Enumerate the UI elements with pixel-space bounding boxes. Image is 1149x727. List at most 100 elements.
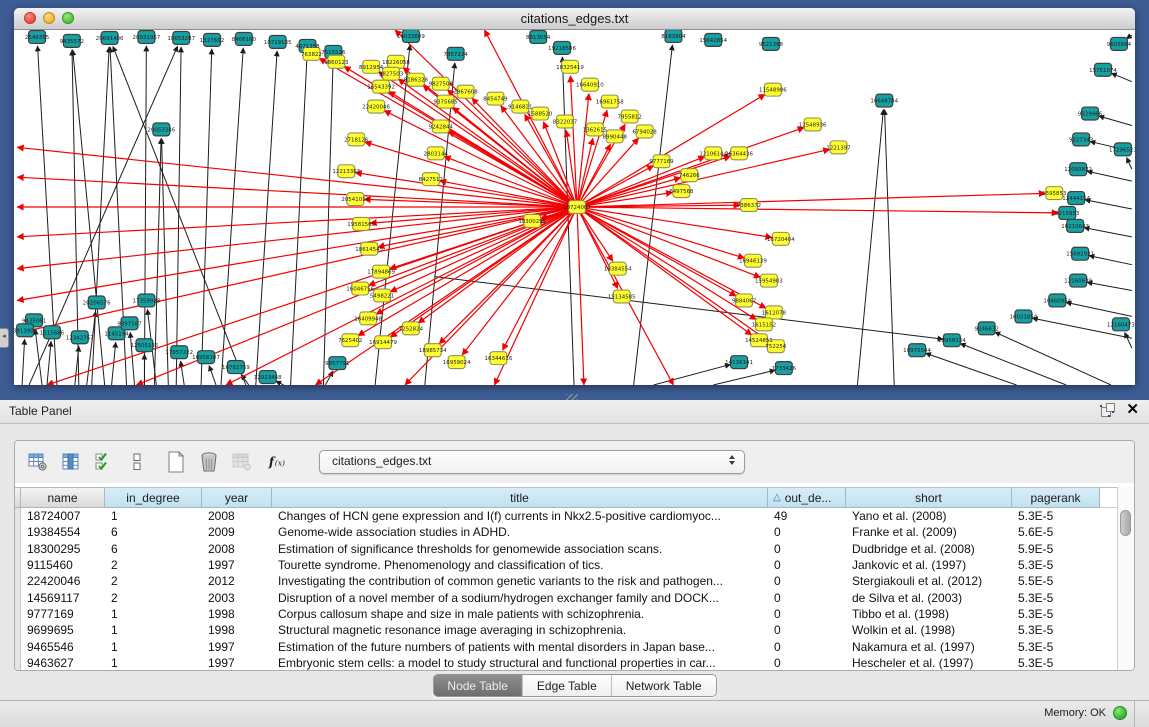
cell-in_degree[interactable]: 6 — [105, 525, 202, 539]
cell-in_degree[interactable]: 6 — [105, 542, 202, 556]
network-window-titlebar[interactable]: citations_edges.txt — [14, 8, 1135, 30]
cell-title[interactable]: Investigating the contribution of common… — [272, 574, 768, 588]
cell-year[interactable]: 2012 — [202, 574, 272, 588]
cell-out_degree[interactable]: 0 — [768, 623, 846, 637]
select-column-icon[interactable] — [60, 451, 82, 473]
cell-name[interactable]: 18300295 — [21, 542, 105, 556]
cell-out_degree[interactable]: 0 — [768, 558, 846, 572]
cell-name[interactable]: 9115460 — [21, 558, 105, 572]
cell-year[interactable]: 2003 — [202, 591, 272, 605]
table-row[interactable]: 911546021997Tourette syndrome. Phenomeno… — [15, 557, 1118, 573]
cell-in_degree[interactable]: 2 — [105, 558, 202, 572]
row-height-icon[interactable] — [126, 451, 148, 473]
cell-out_degree[interactable]: 0 — [768, 656, 846, 670]
vertical-scrollbar[interactable] — [1117, 487, 1134, 670]
cell-title[interactable]: Structural magnetic resonance image aver… — [272, 623, 768, 637]
cell-name[interactable]: 9699695 — [21, 623, 105, 637]
cell-in_degree[interactable]: 1 — [105, 509, 202, 523]
cell-name[interactable]: 18724007 — [21, 509, 105, 523]
cell-year[interactable]: 1998 — [202, 607, 272, 621]
cell-name[interactable]: 14569117 — [21, 591, 105, 605]
cell-short[interactable]: Stergiakouli et al. (2012) — [846, 574, 1012, 588]
cell-pagerank[interactable]: 5.3E-5 — [1012, 640, 1100, 654]
memory-ok-icon[interactable] — [1113, 706, 1127, 720]
cell-in_degree[interactable]: 2 — [105, 591, 202, 605]
table-row[interactable]: 977716911998Corpus callosum shape and si… — [15, 606, 1118, 622]
cell-year[interactable]: 1997 — [202, 640, 272, 654]
cell-out_degree[interactable]: 0 — [768, 542, 846, 556]
table-row[interactable]: 1830029562008Estimation of significance … — [15, 541, 1118, 557]
cell-title[interactable]: Genome-wide association studies in ADHD. — [272, 525, 768, 539]
table-row[interactable]: 2242004622012Investigating the contribut… — [15, 573, 1118, 589]
cell-out_degree[interactable]: 49 — [768, 509, 846, 523]
cell-short[interactable]: Yano et al. (2008) — [846, 509, 1012, 523]
cell-title[interactable]: Changes of HCN gene expression and I(f) … — [272, 509, 768, 523]
cell-out_degree[interactable]: 0 — [768, 591, 846, 605]
cell-short[interactable]: Nakamura et al. (1997) — [846, 640, 1012, 654]
cell-short[interactable]: Jankovic et al. (1997) — [846, 558, 1012, 572]
table-row[interactable]: 1938455462009Genome-wide association stu… — [15, 524, 1118, 540]
table-settings-icon[interactable] — [27, 451, 49, 473]
cell-pagerank[interactable]: 5.3E-5 — [1012, 623, 1100, 637]
cell-title[interactable]: Embryonic stem cells: a model to study s… — [272, 656, 768, 670]
cell-year[interactable]: 2008 — [202, 509, 272, 523]
cell-in_degree[interactable]: 1 — [105, 607, 202, 621]
cell-out_degree[interactable]: 0 — [768, 574, 846, 588]
table-row[interactable]: 946362711997Embryonic stem cells: a mode… — [15, 655, 1118, 671]
cell-out_degree[interactable]: 0 — [768, 640, 846, 654]
select-rows-icon[interactable] — [93, 451, 115, 473]
column-header-short[interactable]: short — [846, 487, 1012, 508]
cell-short[interactable]: de Silva et al. (2003) — [846, 591, 1012, 605]
cell-pagerank[interactable]: 5.3E-5 — [1012, 558, 1100, 572]
new-table-icon[interactable] — [165, 451, 187, 473]
cell-pagerank[interactable]: 5.5E-5 — [1012, 574, 1100, 588]
cell-year[interactable]: 2008 — [202, 542, 272, 556]
table-row[interactable]: 1456911722003Disruption of a novel membe… — [15, 589, 1118, 605]
function-builder-icon[interactable]: f (x) — [268, 451, 290, 473]
cell-name[interactable]: 9777169 — [21, 607, 105, 621]
table-row[interactable]: 969969511998Structural magnetic resonanc… — [15, 622, 1118, 638]
cell-in_degree[interactable]: 1 — [105, 656, 202, 670]
network-canvas[interactable]: 2549355943557220691406209319571065328713… — [14, 30, 1135, 385]
cell-in_degree[interactable]: 1 — [105, 640, 202, 654]
cell-out_degree[interactable]: 0 — [768, 525, 846, 539]
scrollbar-thumb[interactable] — [1120, 510, 1131, 536]
cell-out_degree[interactable]: 0 — [768, 607, 846, 621]
cell-year[interactable]: 1998 — [202, 623, 272, 637]
cell-short[interactable]: Franke et al. (2009) — [846, 525, 1012, 539]
cell-short[interactable]: Wolkin et al. (1998) — [846, 623, 1012, 637]
cell-year[interactable]: 2009 — [202, 525, 272, 539]
cell-in_degree[interactable]: 2 — [105, 574, 202, 588]
cell-in_degree[interactable]: 1 — [105, 623, 202, 637]
table-selector-dropdown[interactable]: citations_edges.txt — [319, 450, 745, 474]
table-row[interactable]: 1872400712008Changes of HCN gene express… — [15, 508, 1118, 524]
cell-year[interactable]: 1997 — [202, 558, 272, 572]
column-header-title[interactable]: title — [272, 487, 768, 508]
cell-pagerank[interactable]: 5.6E-5 — [1012, 525, 1100, 539]
cell-title[interactable]: Disruption of a novel member of a sodium… — [272, 591, 768, 605]
column-header-year[interactable]: year — [202, 487, 272, 508]
table-row[interactable]: 946554611997Estimation of the future num… — [15, 638, 1118, 654]
cell-short[interactable]: Hescheler et al. (1997) — [846, 656, 1012, 670]
column-header-pagerank[interactable]: pagerank — [1012, 487, 1100, 508]
cell-pagerank[interactable]: 5.3E-5 — [1012, 607, 1100, 621]
collapse-panel-handle[interactable]: ◂ — [0, 328, 9, 348]
tab-node-table[interactable]: Node Table — [433, 675, 523, 696]
column-header-out-degree[interactable]: △out_de... — [768, 487, 846, 508]
cell-pagerank[interactable]: 5.9E-5 — [1012, 542, 1100, 556]
cell-short[interactable]: Tibbo et al. (1998) — [846, 607, 1012, 621]
cell-title[interactable]: Corpus callosum shape and size in male p… — [272, 607, 768, 621]
column-header-in-degree[interactable]: in_degree — [105, 487, 202, 508]
float-panel-icon[interactable] — [1100, 403, 1114, 417]
close-panel-icon[interactable]: ✕ — [1126, 403, 1139, 417]
cell-title[interactable]: Estimation of significance thresholds fo… — [272, 542, 768, 556]
cell-pagerank[interactable]: 5.3E-5 — [1012, 656, 1100, 670]
cell-pagerank[interactable]: 5.3E-5 — [1012, 591, 1100, 605]
cell-name[interactable]: 19384554 — [21, 525, 105, 539]
tab-edge-table[interactable]: Edge Table — [523, 675, 612, 696]
column-header-name[interactable]: name — [21, 487, 105, 508]
delete-table-icon[interactable] — [198, 451, 220, 473]
cell-title[interactable]: Estimation of the future numbers of pati… — [272, 640, 768, 654]
cell-year[interactable]: 1997 — [202, 656, 272, 670]
cell-name[interactable]: 9463627 — [21, 656, 105, 670]
